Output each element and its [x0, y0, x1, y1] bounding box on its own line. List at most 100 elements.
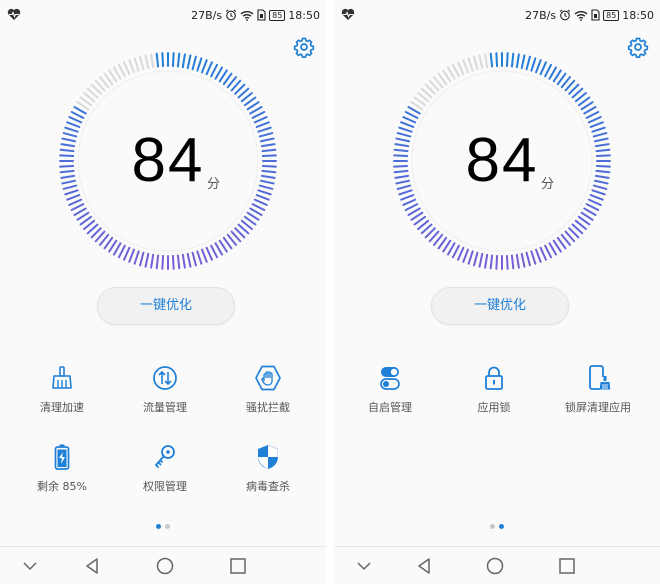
tile-label: 骚扰拦截: [246, 401, 290, 414]
ring-tick: [128, 59, 135, 74]
page-dot-1[interactable]: [156, 524, 161, 529]
ring-tick: [520, 54, 526, 70]
ring-tick: [150, 53, 155, 69]
ring-tick: [196, 250, 203, 265]
page-dot-1[interactable]: [490, 524, 495, 529]
ring-tick: [447, 66, 456, 80]
ring-tick: [447, 242, 456, 256]
score-value: 84: [465, 126, 539, 195]
alarm-icon: [559, 9, 571, 21]
page-dot-2[interactable]: [165, 524, 170, 529]
ring-tick: [108, 69, 118, 83]
ring-tick: [181, 253, 186, 269]
ring-tick: [410, 211, 424, 221]
battery-level: 85: [603, 9, 620, 21]
ring-tick: [495, 52, 499, 68]
tile-label: 清理加速: [40, 401, 84, 414]
network-speed: 27B/s: [525, 8, 557, 22]
ring-tick: [587, 198, 602, 206]
ring-tick: [144, 252, 150, 268]
broom-icon: [52, 366, 72, 389]
ring-tick: [70, 110, 85, 119]
ring-tick: [123, 61, 131, 76]
ring-tick: [201, 248, 208, 263]
tile-harassment-block[interactable]: 骚扰拦截: [218, 364, 318, 434]
score-dial: 84 分: [389, 48, 615, 274]
clock: 18:50: [288, 8, 320, 22]
tile-label: 剩余 85%: [37, 480, 87, 493]
settings-gear-icon[interactable]: [292, 35, 316, 59]
chevron-down-icon[interactable]: [354, 556, 374, 576]
tile-label: 权限管理: [143, 480, 187, 493]
alarm-icon: [225, 9, 237, 21]
ring-tick: [580, 211, 594, 221]
battery-icon: [54, 444, 70, 470]
ring-tick: [249, 106, 263, 115]
ring-tick: [218, 239, 228, 253]
ring-tick: [113, 66, 122, 80]
ring-tick: [171, 254, 175, 270]
phone-manager-screen-page-1: 27B/s 85 18:50 84 分 一键优化 清理加速 流量管理 骚扰拦截 …: [0, 0, 326, 584]
ring-tick: [161, 52, 165, 68]
ring-tick: [457, 246, 465, 261]
phone-clean-icon: [589, 365, 611, 390]
ring-tick: [128, 248, 135, 263]
one-click-optimize-button[interactable]: 一键优化: [431, 287, 569, 325]
tile-cleanup[interactable]: 清理加速: [12, 364, 112, 434]
ring-tick: [205, 61, 213, 76]
ring-tick: [407, 207, 421, 216]
tile-permissions[interactable]: 权限管理: [115, 443, 215, 513]
tile-battery[interactable]: 剩余 85%: [12, 443, 112, 513]
ring-tick: [161, 254, 165, 270]
ring-tick: [196, 57, 203, 72]
ring-tick: [530, 250, 537, 265]
one-click-optimize-button[interactable]: 一键优化: [97, 287, 235, 325]
ring-tick: [478, 252, 484, 268]
ring-tick: [176, 254, 181, 270]
shield-icon: [258, 445, 278, 469]
ring-tick: [505, 52, 509, 68]
ring-tick: [535, 59, 542, 74]
ring-tick: [117, 63, 126, 78]
ring-tick: [76, 101, 90, 111]
ring-tick: [489, 254, 494, 270]
ring-tick: [73, 106, 87, 115]
ring-tick: [246, 211, 260, 221]
ring-tick: [186, 252, 192, 268]
lock-icon: [485, 366, 503, 390]
score-unit: 分: [541, 177, 555, 192]
tile-lockscreen-cleanup[interactable]: 锁屏清理应用: [548, 364, 648, 434]
ring-tick: [510, 52, 515, 68]
ring-tick: [171, 52, 175, 68]
ring-tick: [253, 198, 268, 206]
tile-data-traffic[interactable]: 流量管理: [115, 364, 215, 434]
chevron-down-icon[interactable]: [20, 556, 40, 576]
ring-tick: [70, 203, 85, 212]
recents-icon[interactable]: [557, 556, 577, 576]
ring-tick: [548, 66, 557, 80]
tile-label: 流量管理: [143, 401, 187, 414]
ring-tick: [186, 54, 192, 70]
status-bar: 27B/s 85 18:50: [334, 0, 660, 30]
toggle-icon: [380, 367, 400, 390]
sim-icon: [591, 9, 600, 21]
ring-tick: [155, 52, 160, 68]
tile-app-lock[interactable]: 应用锁: [444, 364, 544, 434]
tile-autostart[interactable]: 自启管理: [340, 364, 440, 434]
settings-gear-icon[interactable]: [626, 35, 650, 59]
back-icon[interactable]: [414, 556, 434, 576]
tile-virus-scan[interactable]: 病毒查杀: [218, 443, 318, 513]
heart-monitor-icon: [341, 8, 355, 20]
back-icon[interactable]: [82, 556, 102, 576]
sim-icon: [257, 9, 266, 21]
recents-icon[interactable]: [228, 556, 248, 576]
ring-tick: [585, 203, 600, 212]
ring-tick: [467, 57, 474, 72]
home-icon[interactable]: [485, 556, 505, 576]
home-icon[interactable]: [155, 556, 175, 576]
ring-tick: [515, 253, 520, 269]
ring-tick: [473, 251, 479, 267]
ring-tick: [489, 52, 494, 68]
ring-tick: [525, 55, 531, 71]
page-dot-2[interactable]: [499, 524, 504, 529]
